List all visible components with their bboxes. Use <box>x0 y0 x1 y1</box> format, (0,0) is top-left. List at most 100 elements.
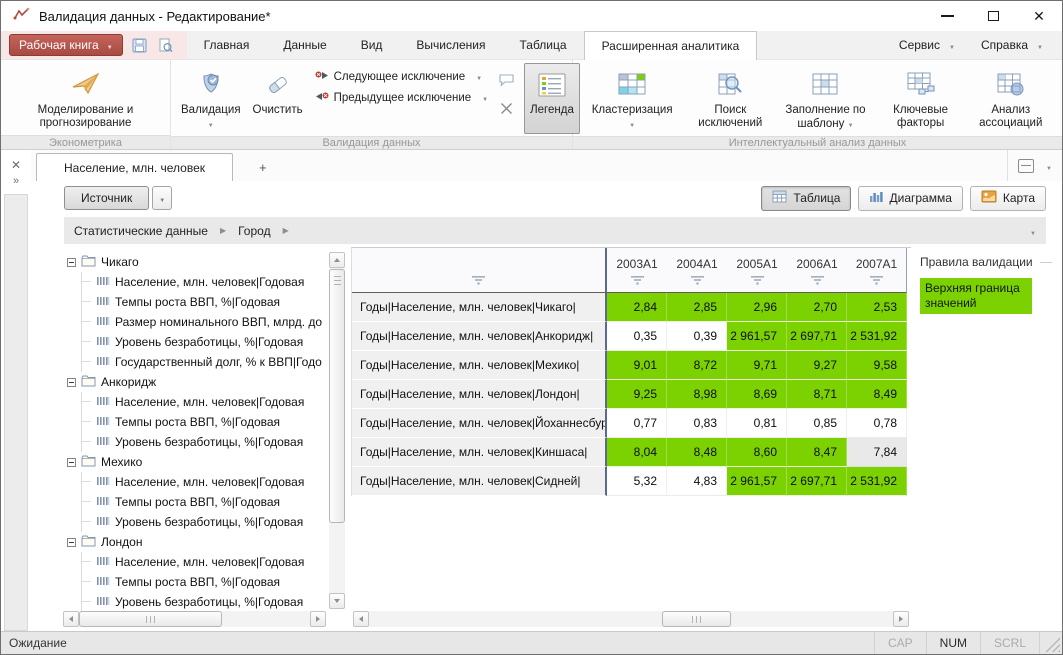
data-cell[interactable]: 9,27 <box>787 351 847 380</box>
table-corner-header[interactable] <box>352 248 607 293</box>
tree-item[interactable]: Государственный долг, % к ВВП|Годо <box>67 352 326 372</box>
tree-group[interactable]: Чикаго <box>67 252 326 272</box>
column-header[interactable]: 2004A1 <box>667 248 727 293</box>
row-header-cell[interactable]: Годы|Население, млн. человек|Лондон| <box>352 380 607 409</box>
prev-exception-button[interactable]: Предыдущее исключение <box>315 92 489 104</box>
clear-button[interactable]: Очистить <box>247 63 309 134</box>
column-header[interactable]: 2005A1 <box>727 248 787 293</box>
tree-group[interactable]: Мехико <box>67 452 326 472</box>
validation-button[interactable]: Валидация <box>175 63 247 134</box>
tree-group[interactable]: Лондон <box>67 532 326 552</box>
ribbon-tab[interactable]: Вычисления <box>399 31 502 59</box>
ribbon-tab[interactable]: Главная <box>187 31 267 59</box>
data-cell[interactable]: 8,04 <box>607 438 667 467</box>
data-cell[interactable]: 0,77 <box>607 409 667 438</box>
maximize-button[interactable] <box>970 2 1016 31</box>
breadcrumb-dropdown-icon[interactable] <box>1030 224 1036 238</box>
print-preview-button[interactable] <box>157 36 175 54</box>
fill-by-template-button[interactable]: Заполнение по шаблону <box>775 63 875 134</box>
close-button[interactable]: ✕ <box>1016 2 1062 31</box>
data-cell[interactable]: 2,96 <box>727 293 787 322</box>
collapse-icon[interactable] <box>67 538 76 547</box>
view-button-диаграмма[interactable]: Диаграмма <box>858 186 962 211</box>
row-header-cell[interactable]: Годы|Население, млн. человек|Йоханнесбур… <box>352 409 607 438</box>
data-cell[interactable]: 2 697,71 <box>787 467 847 496</box>
filter-funnel-icon[interactable] <box>870 276 883 285</box>
ribbon-tab[interactable]: Таблица <box>503 31 584 59</box>
clustering-button[interactable]: Кластеризация <box>579 63 685 134</box>
data-cell[interactable]: 2,84 <box>607 293 667 322</box>
chevron-down-icon[interactable] <box>1046 159 1052 173</box>
data-cell[interactable]: 2 961,57 <box>727 467 787 496</box>
column-header[interactable]: 2003A1 <box>607 248 667 293</box>
data-cell[interactable]: 8,98 <box>667 380 727 409</box>
filter-funnel-icon[interactable] <box>751 276 764 285</box>
filter-funnel-icon[interactable] <box>691 276 704 285</box>
data-cell[interactable]: 8,69 <box>727 380 787 409</box>
close-pane-button[interactable]: ✕ <box>7 157 25 173</box>
data-cell[interactable]: 8,49 <box>847 380 907 409</box>
data-cell[interactable]: 9,01 <box>607 351 667 380</box>
filter-funnel-icon[interactable] <box>811 276 824 285</box>
data-cell[interactable]: 8,48 <box>667 438 727 467</box>
new-tab-button[interactable]: + <box>233 153 293 181</box>
data-cell[interactable]: 2 961,57 <box>727 322 787 351</box>
data-cell[interactable]: 0,85 <box>787 409 847 438</box>
document-tab[interactable]: Население, млн. человек <box>36 153 233 181</box>
data-cell[interactable]: 7,84 <box>847 438 907 467</box>
data-cell[interactable]: 2,53 <box>847 293 907 322</box>
data-cell[interactable]: 2,85 <box>667 293 727 322</box>
tree-item[interactable]: Население, млн. человек|Годовая <box>67 552 326 572</box>
table-horizontal-scrollbar[interactable] <box>353 611 909 627</box>
collapsed-panel-strip[interactable] <box>4 194 28 631</box>
tree-item[interactable]: Уровень безработицы, %|Годовая <box>67 432 326 452</box>
tree-item[interactable]: Темпы роста ВВП, %|Годовая <box>67 292 326 312</box>
association-analysis-button[interactable]: Анализ ассоциаций <box>966 63 1056 134</box>
modeling-forecasting-button[interactable]: Моделирование и прогнозирование <box>22 63 150 133</box>
view-button-таблица[interactable]: Таблица <box>761 186 851 211</box>
tree-item[interactable]: Население, млн. человек|Годовая <box>67 272 326 292</box>
collapse-icon[interactable] <box>67 458 76 467</box>
ribbon-tab[interactable]: Вид <box>344 31 400 59</box>
legend-button[interactable]: Легенда <box>524 63 580 134</box>
tree-horizontal-scrollbar[interactable] <box>63 611 326 627</box>
data-cell[interactable]: 0,39 <box>667 322 727 351</box>
comment-button[interactable] <box>496 71 516 89</box>
data-cell[interactable]: 9,71 <box>727 351 787 380</box>
data-cell[interactable]: 9,58 <box>847 351 907 380</box>
tree-item[interactable]: Уровень безработицы, %|Годовая <box>67 592 326 611</box>
tree-group[interactable]: Анкоридж <box>67 372 326 392</box>
data-cell[interactable]: 5,32 <box>607 467 667 496</box>
tree-item[interactable]: Уровень безработицы, %|Годовая <box>67 332 326 352</box>
data-cell[interactable]: 0,83 <box>667 409 727 438</box>
source-dropdown-button[interactable] <box>152 186 172 210</box>
resize-grip-icon[interactable] <box>1044 636 1060 652</box>
data-cell[interactable]: 2 531,92 <box>847 322 907 351</box>
ribbon-menu[interactable]: Сервис <box>886 38 968 52</box>
tree-item[interactable]: Население, млн. человек|Годовая <box>67 392 326 412</box>
validation-rule-badge[interactable]: Верхняя граница значений <box>920 278 1032 314</box>
data-cell[interactable]: 2 697,71 <box>787 322 847 351</box>
row-header-cell[interactable]: Годы|Население, млн. человек|Киншаса| <box>352 438 607 467</box>
save-button[interactable] <box>131 36 149 54</box>
next-exception-button[interactable]: Следующее исключение <box>315 71 489 83</box>
data-cell[interactable]: 8,60 <box>727 438 787 467</box>
collapse-icon[interactable] <box>67 258 76 267</box>
data-cell[interactable]: 0,78 <box>847 409 907 438</box>
row-header-cell[interactable]: Годы|Население, млн. человек|Анкоридж| <box>352 322 607 351</box>
tree-item[interactable]: Уровень безработицы, %|Годовая <box>67 512 326 532</box>
data-cell[interactable]: 0,81 <box>727 409 787 438</box>
source-button[interactable]: Источник <box>64 186 149 210</box>
breadcrumb-item[interactable]: Город <box>238 224 270 238</box>
remove-comment-button[interactable] <box>496 99 516 117</box>
row-header-cell[interactable]: Годы|Население, млн. человек|Сидней| <box>352 467 607 496</box>
tree-item[interactable]: Темпы роста ВВП, %|Годовая <box>67 572 326 592</box>
key-factors-button[interactable]: Ключевые факторы <box>878 63 964 134</box>
data-cell[interactable]: 8,72 <box>667 351 727 380</box>
tree-vertical-scrollbar[interactable] <box>329 252 345 609</box>
ribbon-tab[interactable]: Расширенная аналитика <box>584 31 758 60</box>
data-cell[interactable]: 9,25 <box>607 380 667 409</box>
ribbon-menu[interactable]: Справка <box>968 38 1056 52</box>
data-cell[interactable]: 2 531,92 <box>847 467 907 496</box>
tree-item[interactable]: Темпы роста ВВП, %|Годовая <box>67 412 326 432</box>
